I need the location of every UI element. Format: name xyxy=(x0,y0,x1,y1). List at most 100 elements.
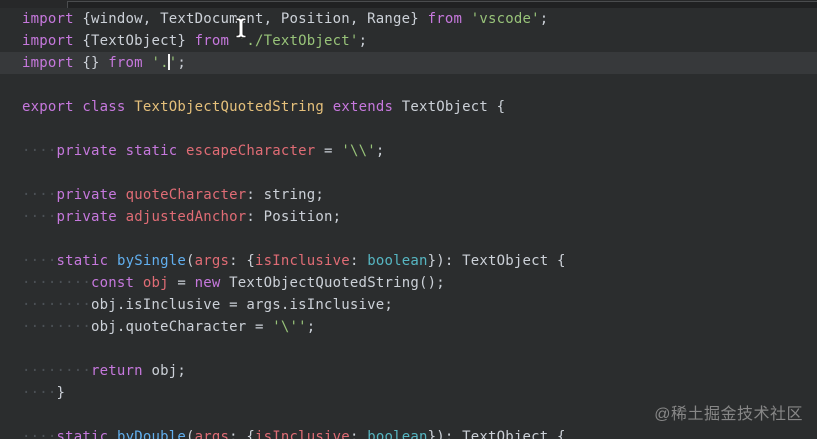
code-token: quoteCharacter xyxy=(125,187,247,203)
code-token: = xyxy=(168,275,195,291)
code-token: ········ xyxy=(22,275,92,291)
code-token: '\'' xyxy=(272,319,307,335)
code-token: {} xyxy=(73,55,109,71)
code-token: from xyxy=(427,11,463,27)
code-token: TextObjectQuotedString(); xyxy=(220,275,445,291)
code-line[interactable]: ····private quoteCharacter: string; xyxy=(0,184,817,206)
code-token: import xyxy=(22,55,74,71)
code-token: TextObjectQuotedString xyxy=(134,99,325,115)
tab-bar-edge xyxy=(0,0,817,8)
code-token: new xyxy=(194,275,221,291)
code-line[interactable]: ····private static escapeCharacter = '\\… xyxy=(0,140,817,162)
code-token: '\\' xyxy=(341,143,376,159)
code-token: ( xyxy=(185,253,195,269)
code-line[interactable]: ········obj.quoteCharacter = '\''; xyxy=(0,316,817,338)
code-token: static xyxy=(125,143,178,159)
code-line[interactable]: ····private adjustedAnchor: Position; xyxy=(0,206,817,228)
code-token: args xyxy=(194,429,230,439)
code-token: escapeCharacter xyxy=(185,143,316,159)
code-token: from xyxy=(194,33,230,49)
code-token: obj.quoteCharacter = xyxy=(91,319,273,335)
code-token: class xyxy=(82,99,126,115)
code-token: import xyxy=(22,11,74,27)
code-token: : Position; xyxy=(246,209,342,225)
code-line[interactable]: import {window, TextDocument, Position, … xyxy=(0,8,817,30)
editor-window: import {window, TextDocument, Position, … xyxy=(0,0,817,439)
code-token: boolean xyxy=(367,429,428,439)
code-line-current[interactable]: import {} from '.'; xyxy=(0,52,817,74)
code-line[interactable]: ········obj.isInclusive = args.isInclusi… xyxy=(0,294,817,316)
code-token: '. xyxy=(151,55,169,71)
code-token: ; xyxy=(358,33,368,49)
code-token: ········ xyxy=(22,319,92,335)
code-token: ········ xyxy=(22,297,92,313)
code-token: ( xyxy=(185,429,195,439)
code-line[interactable] xyxy=(0,338,817,360)
code-token: from xyxy=(108,55,143,71)
code-token: args xyxy=(194,253,230,269)
code-token: : string; xyxy=(246,187,325,203)
code-token: } xyxy=(56,385,66,401)
code-token: : { xyxy=(229,253,256,269)
code-line[interactable]: ····static bySingle(args: {isInclusive: … xyxy=(0,250,817,272)
code-line[interactable]: import {TextObject} from './TextObject'; xyxy=(0,30,817,52)
code-line[interactable]: export class TextObjectQuotedString exte… xyxy=(0,96,817,118)
code-token: }): TextObject { xyxy=(427,253,566,269)
code-token: {window, TextDocument, Position, Range} xyxy=(73,11,428,27)
code-token: ; xyxy=(539,11,549,27)
code-token: static xyxy=(56,253,109,269)
code-token: ···· xyxy=(22,187,57,203)
code-token: : { xyxy=(229,429,256,439)
code-token: extends xyxy=(332,99,394,115)
code-token: boolean xyxy=(367,253,428,269)
code-line[interactable] xyxy=(0,162,817,184)
code-line[interactable] xyxy=(0,118,817,140)
code-token: ···· xyxy=(22,385,57,401)
code-token: ; xyxy=(375,143,385,159)
code-token: isInclusive xyxy=(255,429,350,439)
code-token: private xyxy=(56,209,117,225)
code-token: ; xyxy=(177,55,186,71)
code-token: ···· xyxy=(22,253,57,269)
code-token: './TextObject' xyxy=(237,33,359,49)
code-token: ···· xyxy=(22,209,57,225)
code-token: TextObject { xyxy=(393,99,506,115)
code-token: : xyxy=(349,429,368,439)
code-token: private xyxy=(56,187,117,203)
code-token: }): TextObject { xyxy=(427,429,566,439)
active-tab-bottom-edge xyxy=(67,1,817,8)
code-token: import xyxy=(22,33,74,49)
code-token: obj; xyxy=(142,363,186,379)
code-token: obj.isInclusive = args.isInclusive; xyxy=(91,297,394,313)
code-token: const xyxy=(91,275,135,291)
code-token: return xyxy=(91,363,143,379)
code-line[interactable] xyxy=(0,74,817,96)
code-token: ; xyxy=(306,319,316,335)
watermark: @稀土掘金技术社区 xyxy=(654,406,803,423)
code-token: export xyxy=(22,99,74,115)
code-editor[interactable]: import {window, TextDocument, Position, … xyxy=(0,8,817,439)
code-token: private xyxy=(56,143,117,159)
code-token: isInclusive xyxy=(255,253,350,269)
code-line[interactable]: ····static byDouble(args: {isInclusive: … xyxy=(0,426,817,439)
code-token: bySingle xyxy=(116,253,186,269)
ibeam-mouse-cursor-icon xyxy=(235,17,247,39)
code-line[interactable] xyxy=(0,228,817,250)
code-token: ···· xyxy=(22,429,57,439)
code-line[interactable]: ········return obj; xyxy=(0,360,817,382)
code-token: 'vscode' xyxy=(470,11,540,27)
code-token: : xyxy=(349,253,368,269)
code-line[interactable]: ········const obj = new TextObjectQuoted… xyxy=(0,272,817,294)
code-token: {TextObject} xyxy=(73,33,195,49)
code-token: = xyxy=(315,143,342,159)
code-token: static xyxy=(56,429,109,439)
